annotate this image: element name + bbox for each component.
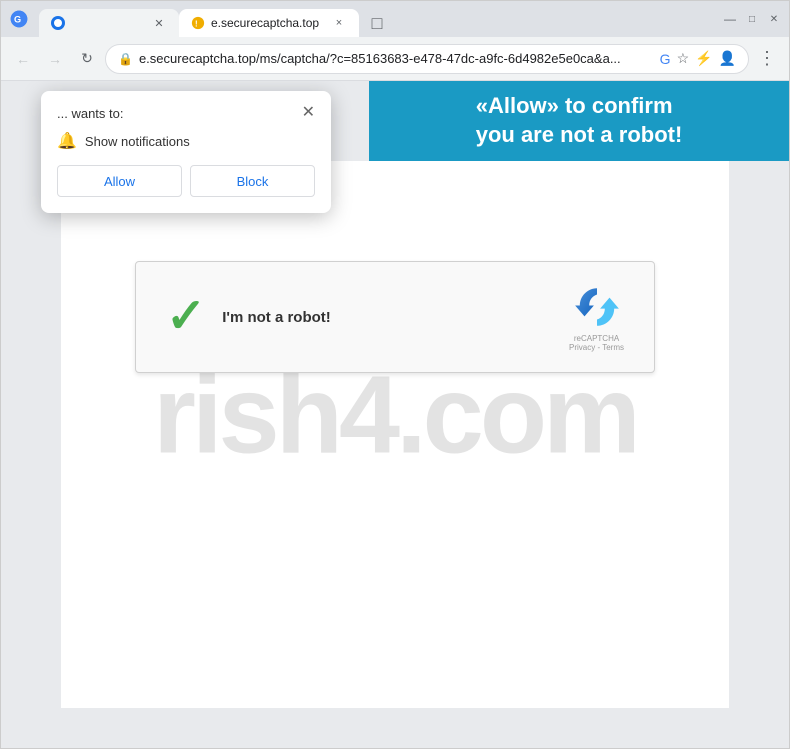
notification-row: 🔔 Show notifications [57,131,315,151]
bell-icon: 🔔 [57,131,77,151]
url-text: e.securecaptcha.top/ms/captcha/?c=851636… [139,51,654,66]
tab-security-icon: ! [191,16,205,30]
address-bar[interactable]: 🔒 e.securecaptcha.top/ms/captcha/?c=8516… [105,44,749,74]
new-tab-button[interactable]: □ [363,9,391,37]
minimize-button[interactable]: — [723,12,737,26]
notification-text: Show notifications [85,134,190,149]
tab-close-active[interactable]: × [331,15,347,31]
banner-line1: «Allow» to confirm [476,92,683,121]
banner-text: «Allow» to confirm you are not a robot! [476,92,683,149]
maximize-button[interactable]: □ [745,12,759,26]
notification-popup: ... wants to: ✕ 🔔 Show notifications All… [41,91,331,213]
tab-favicon-loading [51,16,65,30]
tab-title: e.securecaptcha.top [211,16,319,30]
title-bar-right: — □ ✕ [723,12,781,26]
title-bar: G ✕ ! e.securecaptcha.top [1,1,789,37]
captcha-checkbox-area: ✓ I'm not a robot! [166,293,331,341]
popup-close-button[interactable]: ✕ [302,105,315,121]
browser-logo-icon: G [9,9,29,29]
address-bar-right: G ☆ ⚡ 👤 [660,50,736,67]
banner-line2: you are not a robot! [476,121,683,150]
profile-icon[interactable]: 👤 [719,50,736,67]
tab-bar: ✕ ! e.securecaptcha.top × □ [39,1,719,37]
popup-title: ... wants to: [57,106,123,121]
bookmark-icon[interactable]: ☆ [677,50,690,67]
captcha-label: I'm not a robot! [222,309,331,326]
svg-text:!: ! [195,20,198,29]
blue-banner: «Allow» to confirm you are not a robot! [369,81,789,161]
forward-button[interactable]: → [41,45,69,73]
extensions-icon[interactable]: ⚡ [695,50,712,67]
svg-text:G: G [14,14,21,24]
chrome-icon: G [660,51,671,67]
block-button[interactable]: Block [190,165,315,197]
title-bar-left: G [9,9,35,29]
page-content: «Allow» to confirm you are not a robot! … [1,81,789,748]
tab-close-inactive[interactable]: ✕ [151,15,167,31]
menu-button[interactable]: ⋮ [753,45,781,73]
recaptcha-label: reCAPTCHAPrivacy - Terms [569,334,624,352]
recaptcha-logo: reCAPTCHAPrivacy - Terms [569,282,624,352]
captcha-container: ✓ I'm not a robot! reCAPTCHAPrivacy - Te… [135,261,655,373]
checkmark-icon: ✓ [166,293,206,341]
close-button[interactable]: ✕ [767,12,781,26]
lock-icon: 🔒 [118,52,133,66]
back-button[interactable]: ← [9,45,37,73]
nav-bar: ← → ↻ 🔒 e.securecaptcha.top/ms/captcha/?… [1,37,789,81]
reload-button[interactable]: ↻ [73,45,101,73]
browser-window: G ✕ ! e.securecaptcha.top [0,0,790,749]
tab-inactive[interactable]: ✕ [39,9,179,37]
allow-button[interactable]: Allow [57,165,182,197]
tab-active[interactable]: ! e.securecaptcha.top × [179,9,359,37]
popup-header: ... wants to: ✕ [57,105,315,121]
popup-buttons: Allow Block [57,165,315,197]
